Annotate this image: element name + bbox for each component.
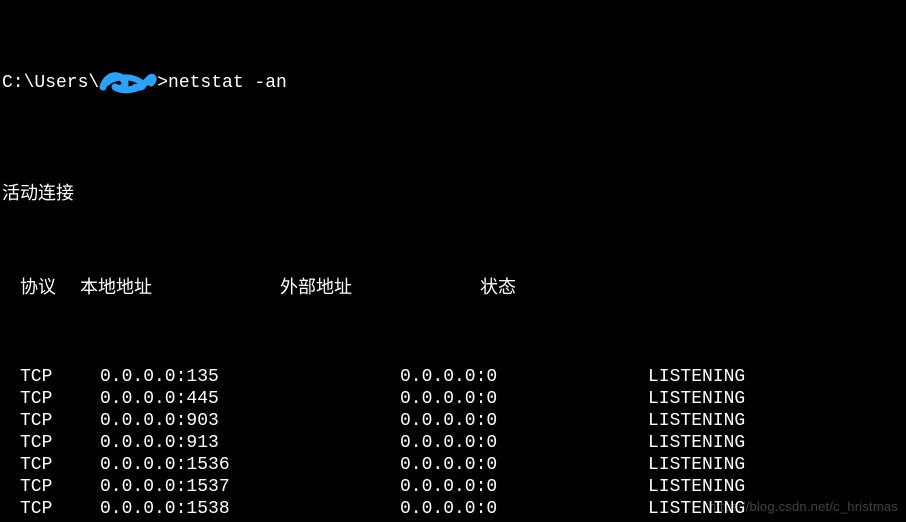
- command-prompt-line[interactable]: C:\Users\ >netstat -an: [2, 72, 904, 94]
- cell-state: LISTENING: [648, 432, 848, 454]
- cell-local: 0.0.0.0:1537: [100, 476, 400, 498]
- header-local: 本地地址: [80, 278, 280, 300]
- cell-foreign: 0.0.0.0:0: [400, 432, 648, 454]
- cell-proto: TCP: [20, 432, 100, 454]
- cell-local: 0.0.0.0:913: [100, 432, 400, 454]
- cell-foreign: 0.0.0.0:0: [400, 388, 648, 410]
- section-title: 活动连接: [2, 160, 904, 212]
- cell-local: 0.0.0.0:1536: [100, 454, 400, 476]
- cell-proto: TCP: [20, 476, 100, 498]
- terminal-window: C:\Users\ >netstat -an 活动连接 协议 本地地址 外部地址…: [0, 0, 906, 522]
- cell-foreign: 0.0.0.0:0: [400, 410, 648, 432]
- table-row: TCP0.0.0.0:4450.0.0.0:0LISTENING: [2, 388, 904, 410]
- cell-state: LISTENING: [648, 366, 848, 388]
- table-row: TCP0.0.0.0:1350.0.0.0:0LISTENING: [2, 366, 904, 388]
- table-header-row: 协议 本地地址 外部地址 状态: [2, 278, 904, 300]
- cell-state: LISTENING: [648, 388, 848, 410]
- table-row: TCP0.0.0.0:15360.0.0.0:0LISTENING: [2, 454, 904, 476]
- table-row: TCP0.0.0.0:9130.0.0.0:0LISTENING: [2, 432, 904, 454]
- cell-foreign: 0.0.0.0:0: [400, 476, 648, 498]
- prompt-prefix: C:\Users\: [2, 72, 99, 94]
- cell-local: 0.0.0.0:135: [100, 366, 400, 388]
- cell-proto: TCP: [20, 498, 100, 520]
- header-proto: 协议: [20, 278, 80, 300]
- cell-foreign: 0.0.0.0:0: [400, 454, 648, 476]
- cell-proto: TCP: [20, 410, 100, 432]
- cell-local: 0.0.0.0:1538: [100, 498, 400, 520]
- table-row: TCP0.0.0.0:9030.0.0.0:0LISTENING: [2, 410, 904, 432]
- command-text: >netstat -an: [157, 72, 287, 94]
- cell-state: LISTENING: [648, 476, 848, 498]
- watermark-text: https://blog.csdn.net/c_hristmas: [709, 496, 898, 518]
- cell-proto: TCP: [20, 366, 100, 388]
- cell-local: 0.0.0.0:903: [100, 410, 400, 432]
- redaction-scribble-icon: [99, 73, 157, 93]
- cell-state: LISTENING: [648, 454, 848, 476]
- cell-proto: TCP: [20, 454, 100, 476]
- header-foreign: 外部地址: [280, 278, 480, 300]
- cell-state: LISTENING: [648, 410, 848, 432]
- cell-local: 0.0.0.0:445: [100, 388, 400, 410]
- header-state: 状态: [480, 278, 680, 300]
- cell-foreign: 0.0.0.0:0: [400, 366, 648, 388]
- cell-foreign: 0.0.0.0:0: [400, 498, 648, 520]
- table-row: TCP0.0.0.0:15370.0.0.0:0LISTENING: [2, 476, 904, 498]
- cell-proto: TCP: [20, 388, 100, 410]
